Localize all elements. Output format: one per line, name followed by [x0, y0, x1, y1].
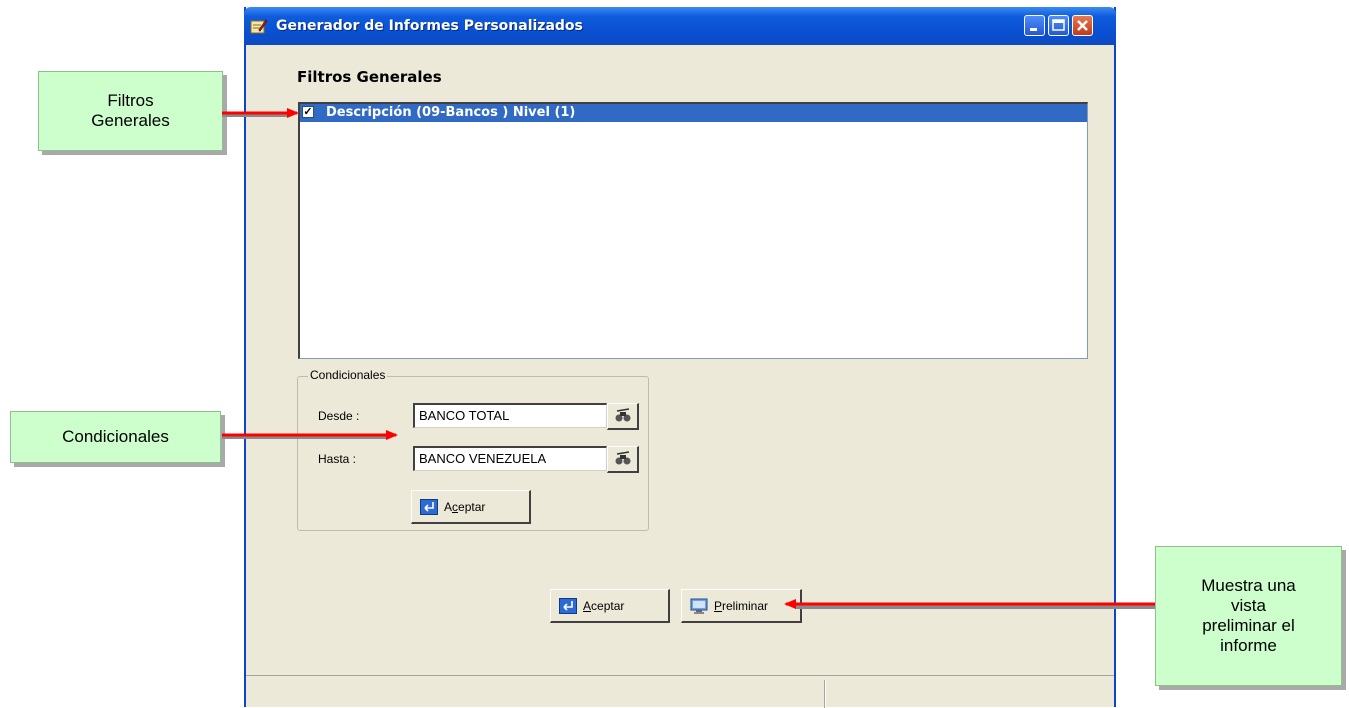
annotation-arrows [222, 108, 1155, 609]
arrow-filters [222, 108, 299, 118]
arrow-preview [784, 599, 1155, 609]
arrow-conditionals [222, 430, 398, 440]
